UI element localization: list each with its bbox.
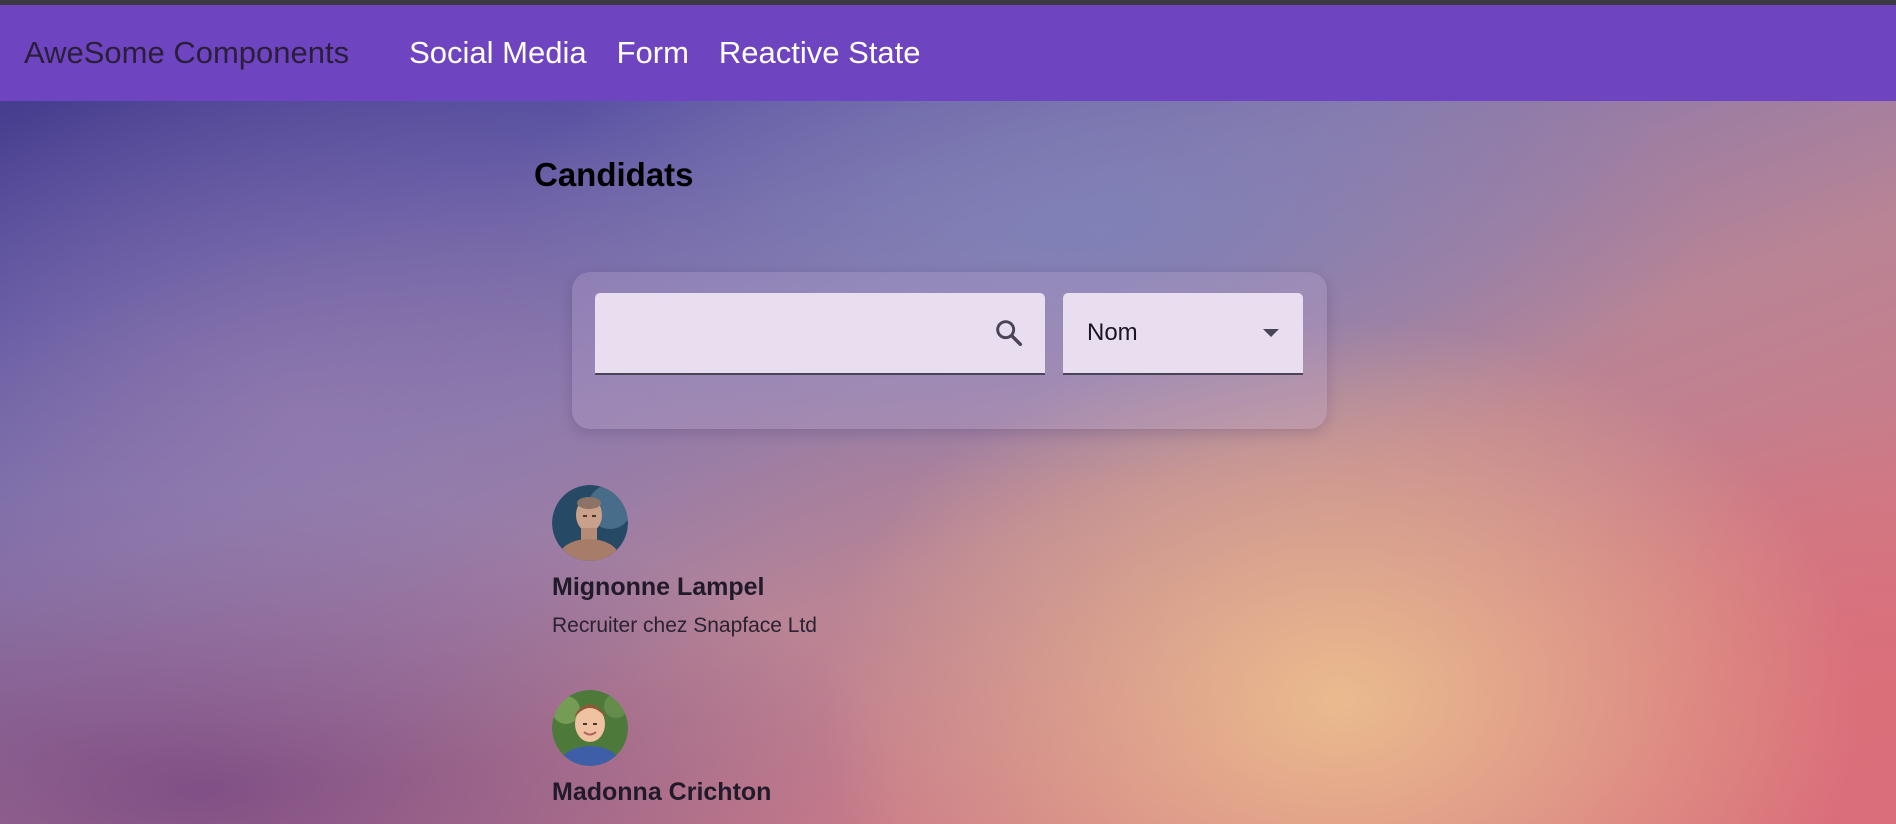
nav-link-social-media[interactable]: Social Media (409, 35, 586, 71)
nav-link-form[interactable]: Form (617, 35, 689, 71)
caret-down-icon[interactable] (1263, 329, 1279, 337)
nav-link-reactive-state[interactable]: Reactive State (719, 35, 921, 71)
candidate-name: Mignonne Lampel (552, 573, 765, 601)
sort-select-value: Nom (1087, 319, 1138, 346)
candidate-name: Madonna Crichton (552, 778, 772, 806)
candidate-item[interactable]: Mignonne Lampel Recruiter chez Snapface … (552, 485, 1152, 638)
candidate-item[interactable]: Madonna Crichton (552, 690, 1152, 819)
search-field[interactable] (595, 293, 1045, 375)
app-brand[interactable]: AweSome Components (24, 35, 349, 71)
search-icon[interactable] (993, 317, 1025, 349)
avatar-man[interactable] (552, 485, 628, 561)
page: AweSome Components Social Media Form Rea… (0, 0, 1896, 824)
candidate-role: Recruiter chez Snapface Ltd (552, 614, 817, 637)
sort-select[interactable]: Nom (1063, 293, 1303, 375)
avatar-boy[interactable] (552, 690, 628, 766)
main-nav: Social Media Form Reactive State (409, 35, 950, 71)
page-title: Candidats (534, 156, 694, 193)
app-toolbar: AweSome Components Social Media Form Rea… (0, 5, 1896, 101)
search-input[interactable] (611, 313, 975, 355)
